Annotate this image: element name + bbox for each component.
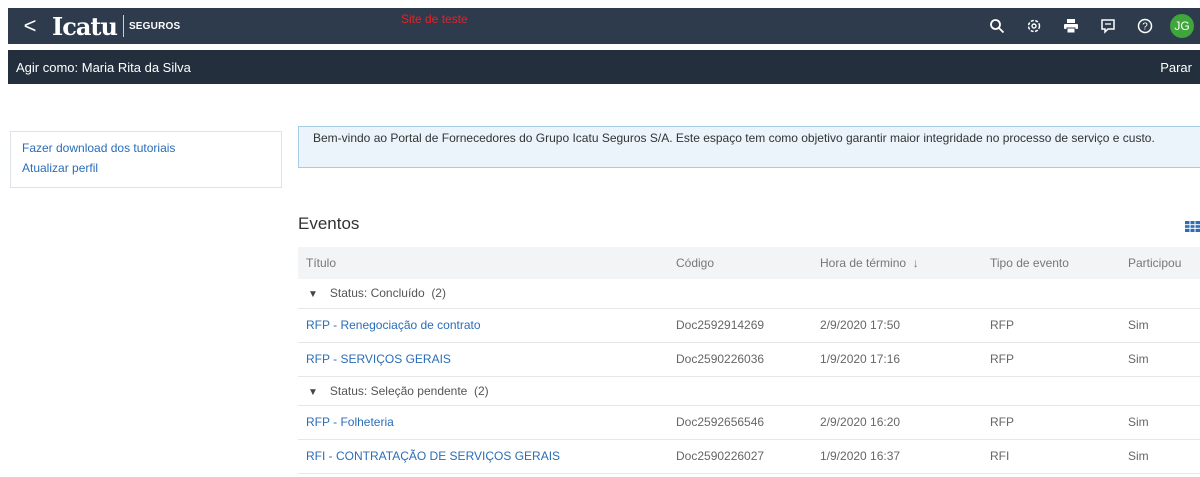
event-end-time: 2/9/2020 16:20 xyxy=(812,405,982,440)
event-code: Doc2592914269 xyxy=(668,308,812,343)
print-icon[interactable] xyxy=(1055,8,1086,44)
feedback-icon[interactable] xyxy=(1092,8,1123,44)
collapse-triangle-icon[interactable]: ▼ xyxy=(308,289,318,300)
logo-divider xyxy=(122,15,124,37)
table-header-row: Título Código Hora de término ↓ Tipo de … xyxy=(298,247,1200,279)
act-as-bar: Agir como: Maria Rita da Silva Parar xyxy=(8,50,1200,84)
act-as-label: Agir como: Maria Rita da Silva xyxy=(16,59,191,75)
logo-wordmark: Icatu xyxy=(52,11,118,41)
group-count: (2) xyxy=(431,286,446,301)
top-bar: < Icatu SEGUROS Site de teste ? JG xyxy=(8,8,1200,44)
event-end-time: 1/9/2020 16:37 xyxy=(812,439,982,474)
event-participated: Sim xyxy=(1120,308,1200,343)
event-code: Doc2590226036 xyxy=(668,342,812,377)
event-title-link[interactable]: RFP - Folheteria xyxy=(298,405,668,440)
events-title: Eventos xyxy=(298,214,360,233)
event-title-link[interactable]: RFP - Renegociação de contrato xyxy=(298,308,668,343)
download-tutorials-link[interactable]: Fazer download dos tutoriais xyxy=(22,138,270,158)
group-label: Status: Seleção pendente xyxy=(329,383,468,398)
group-row-pending-selection[interactable]: ▼ Status: Seleção pendente (2) xyxy=(298,376,1200,406)
avatar[interactable]: JG xyxy=(1170,14,1194,38)
event-code: Doc2590226027 xyxy=(668,439,812,474)
update-profile-link[interactable]: Atualizar perfil xyxy=(22,158,270,178)
events-table: Título Código Hora de término ↓ Tipo de … xyxy=(298,247,1200,474)
group-row-completed[interactable]: ▼ Status: Concluído (2) xyxy=(298,279,1200,309)
welcome-banner: Bem-vindo ao Portal de Fornecedores do G… xyxy=(298,126,1200,168)
sidebar-panel: Fazer download dos tutoriais Atualizar p… xyxy=(10,131,282,188)
header-actions: ? JG xyxy=(975,8,1200,44)
event-title-link[interactable]: RFI - CONTRATAÇÃO DE SERVIÇOS GERAIS xyxy=(298,439,668,474)
event-end-time: 2/9/2020 17:50 xyxy=(812,308,982,343)
table-settings-icon[interactable] xyxy=(1185,219,1200,237)
logo-subtitle: SEGUROS xyxy=(128,20,181,32)
group-count: (2) xyxy=(474,383,489,398)
event-type: RFI xyxy=(982,439,1120,474)
settings-icon[interactable] xyxy=(1018,8,1049,44)
search-icon[interactable] xyxy=(981,8,1012,44)
event-participated: Sim xyxy=(1120,405,1200,440)
sort-desc-icon: ↓ xyxy=(912,256,919,270)
col-event-type[interactable]: Tipo de evento xyxy=(982,247,1120,279)
col-title[interactable]: Título xyxy=(298,247,668,279)
back-icon[interactable]: < xyxy=(14,8,46,44)
logo[interactable]: Icatu SEGUROS xyxy=(52,12,180,41)
table-row: RFI - CONTRATAÇÃO DE SERVIÇOS GERAIS Doc… xyxy=(298,439,1200,474)
event-participated: Sim xyxy=(1120,342,1200,377)
event-code: Doc2592656546 xyxy=(668,405,812,440)
stop-act-as-button[interactable]: Parar xyxy=(1160,60,1192,75)
collapse-triangle-icon[interactable]: ▼ xyxy=(308,387,318,398)
help-icon[interactable]: ? xyxy=(1129,8,1160,44)
table-row: RFP - SERVIÇOS GERAIS Doc2590226036 1/9/… xyxy=(298,342,1200,377)
col-participated[interactable]: Participou xyxy=(1120,247,1200,279)
event-title-link[interactable]: RFP - SERVIÇOS GERAIS xyxy=(298,342,668,377)
col-end-time[interactable]: Hora de término ↓ xyxy=(812,247,982,279)
col-code[interactable]: Código xyxy=(668,247,812,279)
event-participated: Sim xyxy=(1120,439,1200,474)
col-end-time-label: Hora de término xyxy=(820,256,907,270)
table-row: RFP - Renegociação de contrato Doc259291… xyxy=(298,308,1200,343)
svg-text:?: ? xyxy=(1142,22,1148,33)
table-row: RFP - Folheteria Doc2592656546 2/9/2020 … xyxy=(298,405,1200,440)
site-label: Site de teste xyxy=(401,12,468,26)
group-label: Status: Concluído xyxy=(329,286,425,301)
event-type: RFP xyxy=(982,405,1120,440)
event-type: RFP xyxy=(982,342,1120,377)
event-type: RFP xyxy=(982,308,1120,343)
event-end-time: 1/9/2020 17:16 xyxy=(812,342,982,377)
